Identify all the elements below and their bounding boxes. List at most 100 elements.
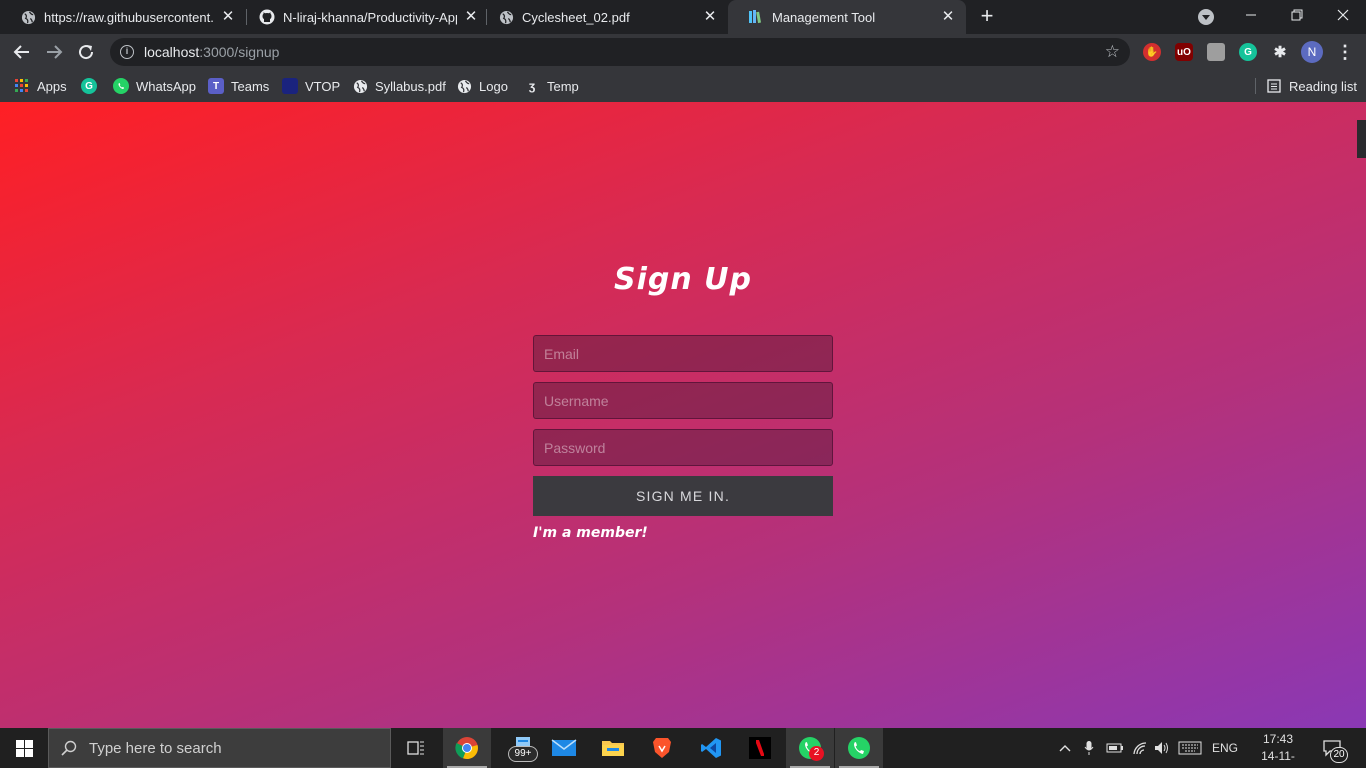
bookmark-label: Teams xyxy=(231,78,270,94)
show-hidden-icons-chevron-icon[interactable] xyxy=(1058,728,1072,768)
hand-blocker-extension-icon[interactable]: ✋ xyxy=(1143,43,1161,61)
input-language[interactable]: ENG xyxy=(1212,728,1238,768)
reading-list-button[interactable]: Reading list xyxy=(1266,76,1357,96)
whatsapp-icon xyxy=(113,78,129,94)
sign-me-in-button[interactable]: SIGN ME IN. xyxy=(533,476,833,516)
bookmark-star-icon[interactable]: ☆ xyxy=(1105,42,1120,62)
taskbar-search-box[interactable]: Type here to search xyxy=(48,728,391,768)
apps-grid-icon xyxy=(14,78,30,94)
notification-center-icon[interactable]: 20 xyxy=(1322,728,1348,768)
bookmark-label: Syllabus.pdf xyxy=(375,78,446,94)
bookmark-whatsapp[interactable]: WhatsApp xyxy=(113,76,196,96)
github-icon xyxy=(259,9,275,25)
bookmarks-bar: Apps G WhatsApp T Teams VTOP Syllabus.pd… xyxy=(0,70,1366,102)
globe-icon xyxy=(20,9,36,25)
url-host: localhost xyxy=(144,44,200,60)
chrome-taskbar-icon[interactable] xyxy=(443,728,491,768)
tab-title: N-liraj-khanna/Productivity-App xyxy=(283,9,457,25)
globe-icon xyxy=(498,9,514,25)
reading-list-icon xyxy=(1266,78,1282,94)
bookmark-apps[interactable]: Apps xyxy=(14,76,67,96)
bookmark-label: Apps xyxy=(37,78,67,94)
notification-badge: 99+ xyxy=(508,746,538,762)
tab-management-tool[interactable]: Management Tool ✕ xyxy=(728,0,966,34)
browser-toolbar: i localhost:3000/signup ☆ ✋ uO G ✱ N ⋮ xyxy=(0,34,1366,70)
close-tab-icon[interactable]: ✕ xyxy=(220,9,236,25)
password-field[interactable] xyxy=(533,429,833,466)
grammarly-extension-icon[interactable]: G xyxy=(1239,43,1257,61)
site-info-icon[interactable]: i xyxy=(120,45,134,59)
battery-icon[interactable] xyxy=(1106,728,1124,768)
bookmark-syllabus[interactable]: Syllabus.pdf xyxy=(352,76,446,96)
signup-page: Sign Up SIGN ME IN. I'm a member! xyxy=(0,102,1366,728)
chrome-menu-icon[interactable]: ⋮ xyxy=(1336,42,1354,62)
reload-icon[interactable] xyxy=(74,40,98,64)
forward-arrow-icon[interactable] xyxy=(42,40,66,64)
bookmark-logo[interactable]: Logo xyxy=(456,76,508,96)
globe-icon xyxy=(456,78,472,94)
mail-taskbar-icon[interactable] xyxy=(540,728,588,768)
temp-icon: ʒ xyxy=(528,79,536,93)
vscode-taskbar-icon[interactable] xyxy=(687,728,735,768)
task-view-icon[interactable] xyxy=(392,728,440,768)
whatsapp-web-taskbar-icon[interactable] xyxy=(835,728,883,768)
minimize-button[interactable] xyxy=(1228,0,1274,30)
search-icon xyxy=(61,740,77,756)
windows-start-icon[interactable] xyxy=(0,728,48,768)
bookmark-grammarly[interactable]: G xyxy=(81,76,104,96)
back-arrow-icon[interactable] xyxy=(10,40,34,64)
globe-icon xyxy=(352,78,368,94)
taskbar-search-placeholder: Type here to search xyxy=(89,739,222,757)
system-clock[interactable]: 17:43 14-11-2021 xyxy=(1248,731,1308,768)
tab-title: Management Tool xyxy=(772,9,876,25)
profile-avatar[interactable]: N xyxy=(1301,41,1323,63)
close-tab-icon[interactable]: ✕ xyxy=(940,9,956,25)
tab-raw-githubusercontent[interactable]: https://raw.githubusercontent.co ✕ xyxy=(0,0,246,34)
brave-taskbar-icon[interactable] xyxy=(638,728,686,768)
email-field[interactable] xyxy=(533,335,833,372)
page-title: Sign Up xyxy=(613,262,752,297)
puzzle-tile-extension-icon[interactable] xyxy=(1207,43,1225,61)
whatsapp-taskbar-icon[interactable]: 2 xyxy=(786,728,834,768)
bookmark-label: Temp xyxy=(547,78,579,94)
username-field[interactable] xyxy=(533,382,833,419)
tab-title: https://raw.githubusercontent.co xyxy=(44,9,214,25)
keyboard-icon[interactable] xyxy=(1178,728,1202,768)
address-bar[interactable]: i localhost:3000/signup ☆ xyxy=(110,38,1130,66)
tab-title: Cyclesheet_02.pdf xyxy=(522,9,630,25)
bookmark-label: VTOP xyxy=(305,78,341,94)
clock-time: 17:43 xyxy=(1262,732,1294,746)
volume-icon[interactable] xyxy=(1154,728,1170,768)
tab-github-repo[interactable]: N-liraj-khanna/Productivity-App ✕ xyxy=(239,0,489,34)
close-tab-icon[interactable]: ✕ xyxy=(702,9,718,25)
tab-search-icon[interactable] xyxy=(1198,9,1214,25)
bookmark-teams[interactable]: T Teams xyxy=(208,76,269,96)
file-explorer-taskbar-icon[interactable] xyxy=(589,728,637,768)
restore-button[interactable] xyxy=(1274,0,1320,30)
whatsapp-unread-badge: 2 xyxy=(809,746,824,761)
vtop-icon xyxy=(282,78,298,94)
close-window-button[interactable] xyxy=(1320,0,1366,30)
extensions-puzzle-icon[interactable]: ✱ xyxy=(1271,43,1289,61)
windows-taskbar: Type here to search 99+ 2 ENG 17:43 14-1… xyxy=(0,728,1366,768)
teams-icon: T xyxy=(208,78,224,94)
microphone-icon[interactable] xyxy=(1084,728,1094,768)
new-tab-button[interactable]: + xyxy=(975,5,999,29)
url-path: :3000/signup xyxy=(199,44,280,60)
notification-count-badge: 20 xyxy=(1330,747,1348,763)
clock-date: 14-11-2021 xyxy=(1261,749,1295,768)
bookmark-temp[interactable]: ʒ Temp xyxy=(524,76,579,96)
bookmark-label: WhatsApp xyxy=(136,78,196,94)
wifi-icon[interactable] xyxy=(1132,728,1148,768)
grammarly-icon: G xyxy=(81,78,97,94)
bookmark-vtop[interactable]: VTOP xyxy=(282,76,340,96)
side-panel-handle[interactable] xyxy=(1357,120,1366,158)
netflix-taskbar-icon[interactable] xyxy=(736,728,784,768)
member-login-link[interactable]: I'm a member! xyxy=(533,525,648,541)
close-tab-icon[interactable]: ✕ xyxy=(463,9,479,25)
bookmarks-separator xyxy=(1255,78,1256,94)
books-icon xyxy=(748,9,764,25)
tab-cyclesheet-pdf[interactable]: Cyclesheet_02.pdf ✕ xyxy=(478,0,728,34)
ublock-extension-icon[interactable]: uO xyxy=(1175,43,1193,61)
tab-strip: https://raw.githubusercontent.co ✕ N-lir… xyxy=(0,0,1366,34)
